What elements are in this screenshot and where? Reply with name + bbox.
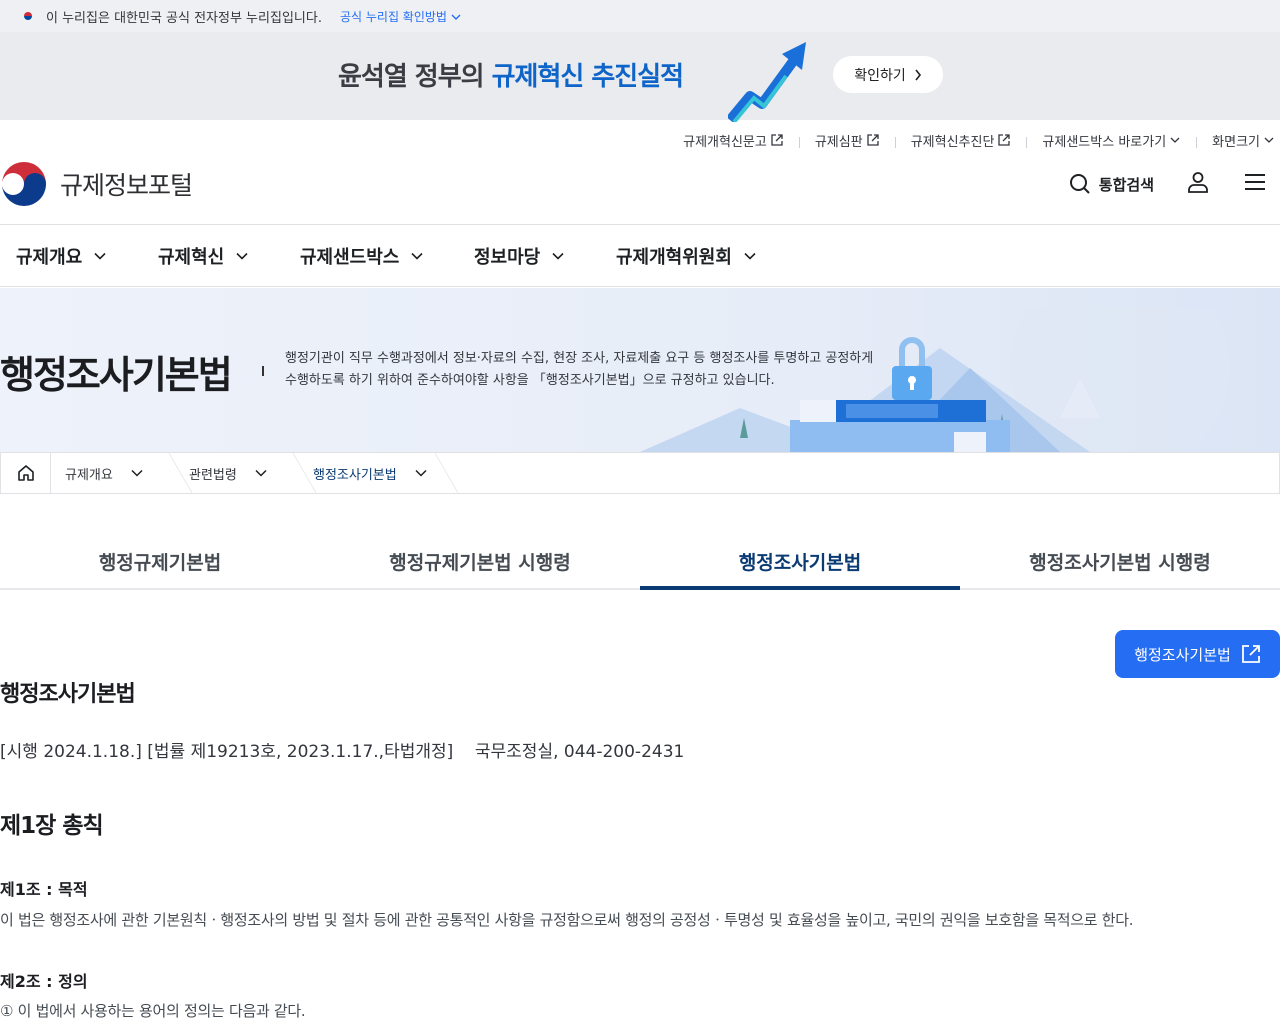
tab-admin-investigation-act[interactable]: 행정조사기본법 xyxy=(640,534,960,590)
chapter-heading: 제1장 총칙 xyxy=(0,813,104,839)
korea-flag-icon xyxy=(20,10,36,22)
breadcrumb: 규제개요 관련법령 행정조사기본법 xyxy=(0,452,1280,494)
hamburger-menu-icon xyxy=(1245,174,1265,190)
breadcrumb-item-current[interactable]: 행정조사기본법 xyxy=(299,453,441,493)
chevron-down-icon xyxy=(552,252,564,260)
gnb-item-innovation[interactable]: 규제혁신 xyxy=(142,243,284,269)
law-title: 행정조사기본법 xyxy=(0,682,136,707)
tab-admin-regulation-decree[interactable]: 행정규제기본법 시행령 xyxy=(320,534,640,588)
article-1-title: 제1조 : 목적 xyxy=(0,880,88,899)
utility-links: 규제개혁신문고 규제심판 규제혁신추진단 규제샌드박스 바로가기 화면크기 xyxy=(667,128,1280,152)
chevron-down-icon xyxy=(255,469,267,477)
rising-arrow-icon xyxy=(728,42,806,122)
chevron-down-icon xyxy=(415,469,427,477)
law-meta-info: [시행 2024.1.18.] [법률 제19213호, 2023.1.17.,… xyxy=(0,742,685,762)
lock-books-illustration xyxy=(640,308,1230,452)
page-hero: 행정조사기본법 행정기관이 직무 수행과정에서 정보·자료의 수집, 현장 조사… xyxy=(0,288,1280,452)
page-title: 행정조사기본법 xyxy=(0,353,233,397)
gov-notice-strip: 이 누리집은 대한민국 공식 전자정부 누리집입니다. 공식 누리집 확인방법 xyxy=(0,0,1280,32)
main-navigation: 규제개요 규제혁신 규제샌드박스 정보마당 규제개혁위원회 xyxy=(0,225,1280,287)
title-divider xyxy=(262,366,264,376)
user-icon xyxy=(1188,172,1208,193)
util-screen-size[interactable]: 화면크기 xyxy=(1196,131,1280,150)
promo-banner[interactable]: 윤석열 정부의 규제혁신 추진실적 확인하기 xyxy=(0,32,1280,122)
integrated-search-button[interactable]: 통합검색 xyxy=(1069,173,1154,195)
gnb-item-sandbox[interactable]: 규제샌드박스 xyxy=(284,243,458,269)
user-button[interactable] xyxy=(1186,170,1210,198)
taegeuk-logo-icon xyxy=(2,162,46,206)
util-link-innovation-team[interactable]: 규제혁신추진단 xyxy=(894,131,1027,150)
external-link-icon xyxy=(867,134,879,146)
article-1-text: 이 법은 행정조사에 관한 기본원칙ㆍ행정조사의 방법 및 절차 등에 관한 공… xyxy=(0,911,1134,929)
search-icon xyxy=(1069,174,1090,194)
article-2-text: ① 이 법에서 사용하는 용어의 정의는 다음과 같다. xyxy=(0,1002,306,1020)
site-logo[interactable]: 규제정보포털 xyxy=(0,160,193,208)
util-link-sandbox-shortcut[interactable]: 규제샌드박스 바로가기 xyxy=(1026,131,1196,150)
verify-official-link[interactable]: 공식 누리집 확인방법 xyxy=(340,8,461,25)
gnb-item-info[interactable]: 정보마당 xyxy=(458,243,600,269)
chevron-down-icon xyxy=(744,252,756,260)
law-tabs: 행정규제기본법 행정규제기본법 시행령 행정조사기본법 행정조사기본법 시행령 xyxy=(0,534,1280,590)
law-external-link-button[interactable]: 행정조사기본법 xyxy=(1115,630,1280,678)
tab-admin-investigation-decree[interactable]: 행정조사기본법 시행령 xyxy=(960,534,1280,588)
external-link-icon xyxy=(998,134,1011,146)
chevron-down-icon xyxy=(131,469,143,477)
banner-confirm-button[interactable]: 확인하기 xyxy=(833,56,943,93)
external-link-icon xyxy=(1241,645,1260,663)
chevron-down-icon xyxy=(94,252,106,260)
util-link-regulation-judge[interactable]: 규제심판 xyxy=(798,131,895,150)
banner-title: 윤석열 정부의 규제혁신 추진실적 xyxy=(338,62,684,92)
util-link-regulation-petition[interactable]: 규제개혁신문고 xyxy=(667,131,799,150)
chevron-right-icon xyxy=(915,69,921,80)
external-link-icon xyxy=(771,134,783,146)
home-icon xyxy=(17,465,34,481)
tab-admin-regulation-act[interactable]: 행정규제기본법 xyxy=(0,534,320,588)
article-2-title: 제2조 : 정의 xyxy=(0,972,88,991)
header-actions: 통합검색 xyxy=(1069,170,1266,198)
chevron-down-icon xyxy=(451,14,461,20)
breadcrumb-home[interactable] xyxy=(1,453,51,493)
breadcrumb-item-laws[interactable]: 관련법령 xyxy=(175,453,299,493)
breadcrumb-item-overview[interactable]: 규제개요 xyxy=(51,453,175,493)
gnb-item-committee[interactable]: 규제개혁위원회 xyxy=(600,243,756,269)
menu-button[interactable] xyxy=(1244,173,1266,195)
chevron-down-icon xyxy=(236,252,248,260)
gov-notice-text: 이 누리집은 대한민국 공식 전자정부 누리집입니다. xyxy=(46,10,322,26)
chevron-down-icon xyxy=(1264,137,1274,143)
gnb-item-overview[interactable]: 규제개요 xyxy=(0,243,142,269)
chevron-down-icon xyxy=(1170,137,1180,143)
site-title: 규제정보포털 xyxy=(60,171,193,200)
chevron-down-icon xyxy=(411,252,423,260)
